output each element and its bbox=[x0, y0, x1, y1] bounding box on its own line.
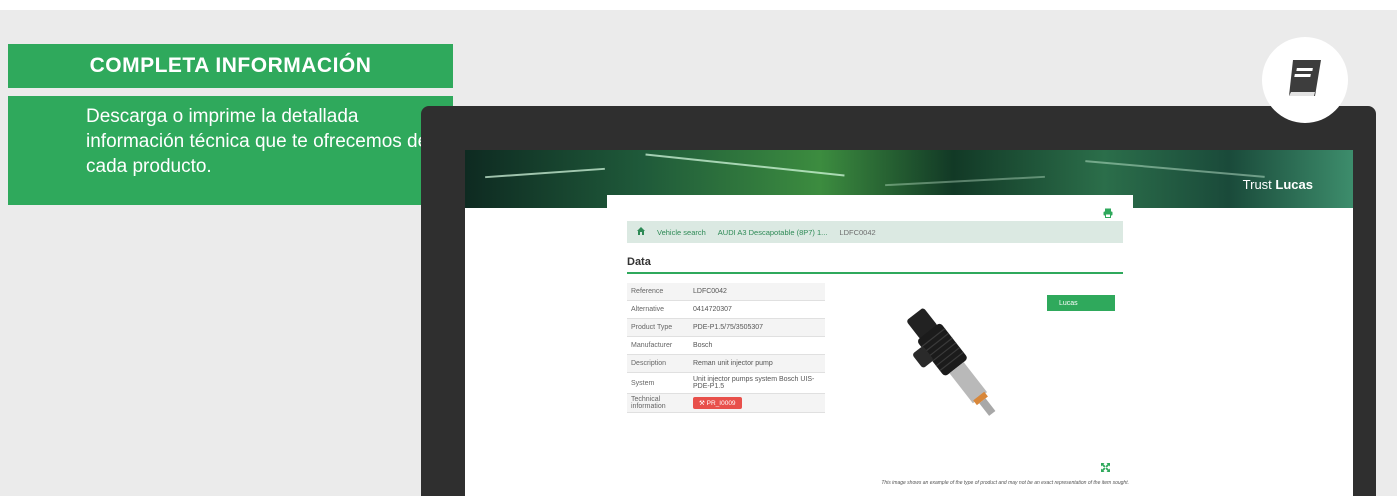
table-row: Manufacturer Bosch bbox=[627, 337, 825, 355]
row-label: System bbox=[631, 379, 655, 387]
image-disclaimer: This image shows an example of the type … bbox=[881, 480, 1129, 486]
table-row: Product Type PDE-P1.5/75/3505307 bbox=[627, 319, 825, 337]
home-icon[interactable] bbox=[637, 227, 645, 237]
monitor-screen: Trust Lucas Vehicle search AUDI A3 Desca… bbox=[465, 150, 1353, 496]
table-row: Description Reman unit injector pump bbox=[627, 355, 825, 373]
brand-tag-label: Lucas bbox=[1059, 299, 1078, 307]
site-brand[interactable]: Trust Lucas bbox=[1243, 177, 1313, 192]
row-value: Bosch bbox=[693, 342, 713, 349]
product-data-table: Reference LDFC0042 Alternative 041472030… bbox=[627, 283, 825, 413]
row-label: Description bbox=[631, 360, 667, 367]
promo-title: COMPLETA INFORMACIÓN bbox=[8, 44, 453, 88]
table-row: Technical information ⚒ PR_I0009 bbox=[627, 394, 825, 413]
row-value: LDFC0042 bbox=[693, 288, 727, 295]
breadcrumb-item-vehicle[interactable]: AUDI A3 Descapotable (8P7) 1... bbox=[718, 228, 828, 237]
row-label: Manufacturer bbox=[631, 342, 673, 349]
section-divider bbox=[627, 272, 1123, 274]
book-badge bbox=[1262, 37, 1348, 123]
table-row: Alternative 0414720307 bbox=[627, 301, 825, 319]
row-label: Alternative bbox=[631, 306, 665, 313]
product-image[interactable] bbox=[872, 295, 1032, 450]
row-label: Product Type bbox=[631, 324, 673, 331]
brand-tag: Lucas bbox=[1047, 295, 1115, 311]
book-icon bbox=[1283, 56, 1327, 105]
row-value: Reman unit injector pump bbox=[693, 360, 773, 367]
product-page: Vehicle search AUDI A3 Descapotable (8P7… bbox=[607, 195, 1133, 496]
wrench-icon: ⚒ bbox=[699, 400, 705, 407]
technical-info-button[interactable]: ⚒ PR_I0009 bbox=[693, 397, 742, 409]
promo-body-panel: Descarga o imprime la detallada informac… bbox=[8, 96, 453, 205]
brand-name: Lucas bbox=[1275, 177, 1313, 192]
promo-body-text: Descarga o imprime la detallada informac… bbox=[86, 106, 429, 177]
row-value: PDE-P1.5/75/3505307 bbox=[693, 324, 764, 331]
row-label: Reference bbox=[631, 288, 664, 295]
brand-prefix: Trust bbox=[1242, 177, 1272, 192]
expand-icon[interactable] bbox=[1101, 459, 1110, 477]
table-row: Reference LDFC0042 bbox=[627, 283, 825, 301]
breadcrumb: Vehicle search AUDI A3 Descapotable (8P7… bbox=[627, 221, 1123, 243]
row-value: ⚒ PR_I0009 bbox=[693, 394, 825, 412]
breadcrumb-current: LDFC0042 bbox=[839, 227, 876, 237]
row-value: Unit injector pumps system Bosch UIS-PDE… bbox=[693, 376, 815, 390]
row-value: 0414720307 bbox=[693, 306, 732, 313]
technical-info-label: PR_I0009 bbox=[706, 400, 736, 407]
row-label: Technical information bbox=[631, 396, 666, 410]
section-title: Data bbox=[627, 256, 651, 268]
breadcrumb-item-vehicle-search[interactable]: Vehicle search bbox=[657, 228, 706, 237]
table-row: System Unit injector pumps system Bosch … bbox=[627, 373, 825, 394]
